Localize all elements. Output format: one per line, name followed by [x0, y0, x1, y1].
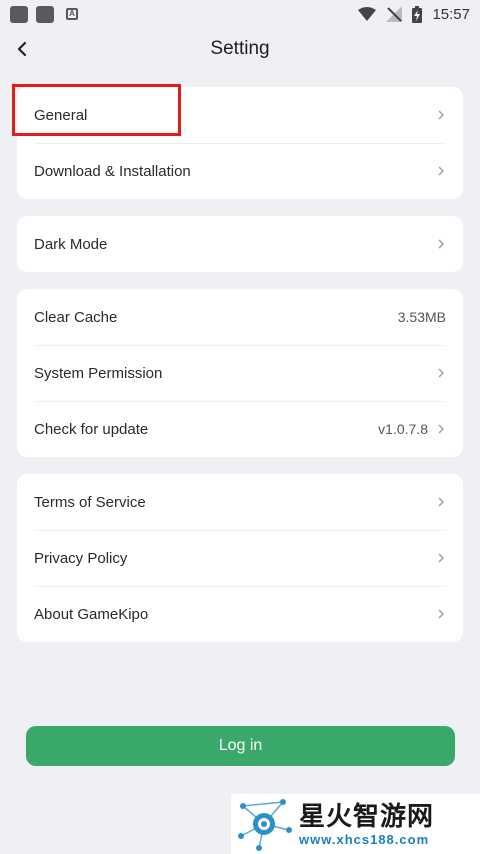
row-label: Download & Installation: [34, 162, 191, 180]
sd-card-icon: [36, 5, 54, 23]
chevron-right-icon: [438, 239, 445, 249]
clock: 15:57: [432, 5, 470, 23]
version-value: v1.0.7.8: [378, 421, 428, 437]
watermark-title: 星火智游网: [299, 801, 435, 832]
chevron-right-icon: [438, 609, 445, 619]
row-label: About GameKipo: [34, 605, 149, 623]
privacy-policy-row[interactable]: Privacy Policy: [17, 530, 463, 586]
settings-group-system: Clear Cache 3.53MB System Permission Che…: [17, 289, 463, 457]
download-installation-row[interactable]: Download & Installation: [17, 143, 463, 199]
chevron-right-icon: [438, 368, 445, 378]
chevron-right-icon: [438, 166, 445, 176]
row-label: General: [34, 106, 88, 124]
page-title: Setting: [210, 38, 270, 59]
row-label: Dark Mode: [34, 235, 108, 253]
wifi-icon: [358, 7, 377, 21]
top-app-bar: Setting: [0, 28, 480, 70]
battery-charging-icon: [412, 5, 423, 23]
login-button[interactable]: Log in: [26, 726, 455, 766]
no-signal-icon: [386, 6, 403, 22]
watermark: 星火智游网 www.xhcs188.com: [231, 794, 480, 854]
terms-of-service-row[interactable]: Terms of Service: [17, 474, 463, 530]
app-notification-icon: A: [66, 8, 78, 20]
chevron-right-icon: [438, 497, 445, 507]
status-bar: A 15:57: [0, 0, 480, 28]
dark-mode-row[interactable]: Dark Mode: [17, 216, 463, 272]
settings-group-about: Terms of Service Privacy Policy About Ga…: [17, 474, 463, 642]
watermark-logo-icon: [238, 799, 292, 851]
watermark-url: www.xhcs188.com: [299, 831, 430, 847]
row-label: Terms of Service: [34, 493, 146, 511]
notification-icon: [10, 5, 28, 23]
row-label: Clear Cache: [34, 308, 118, 326]
about-gamekipo-row[interactable]: About GameKipo: [17, 586, 463, 642]
row-label: System Permission: [34, 364, 163, 382]
settings-group-appearance: Dark Mode: [17, 216, 463, 272]
chevron-right-icon: [438, 110, 445, 120]
clear-cache-row[interactable]: Clear Cache 3.53MB: [17, 289, 463, 345]
system-permission-row[interactable]: System Permission: [17, 345, 463, 401]
chevron-right-icon: [438, 424, 445, 434]
general-row[interactable]: General: [17, 87, 463, 143]
settings-group-general: General Download & Installation: [17, 87, 463, 199]
check-for-update-row[interactable]: Check for update v1.0.7.8: [17, 401, 463, 457]
chevron-right-icon: [438, 553, 445, 563]
row-label: Privacy Policy: [34, 549, 128, 567]
cache-size-value: 3.53MB: [397, 309, 446, 325]
row-label: Check for update: [34, 420, 149, 438]
